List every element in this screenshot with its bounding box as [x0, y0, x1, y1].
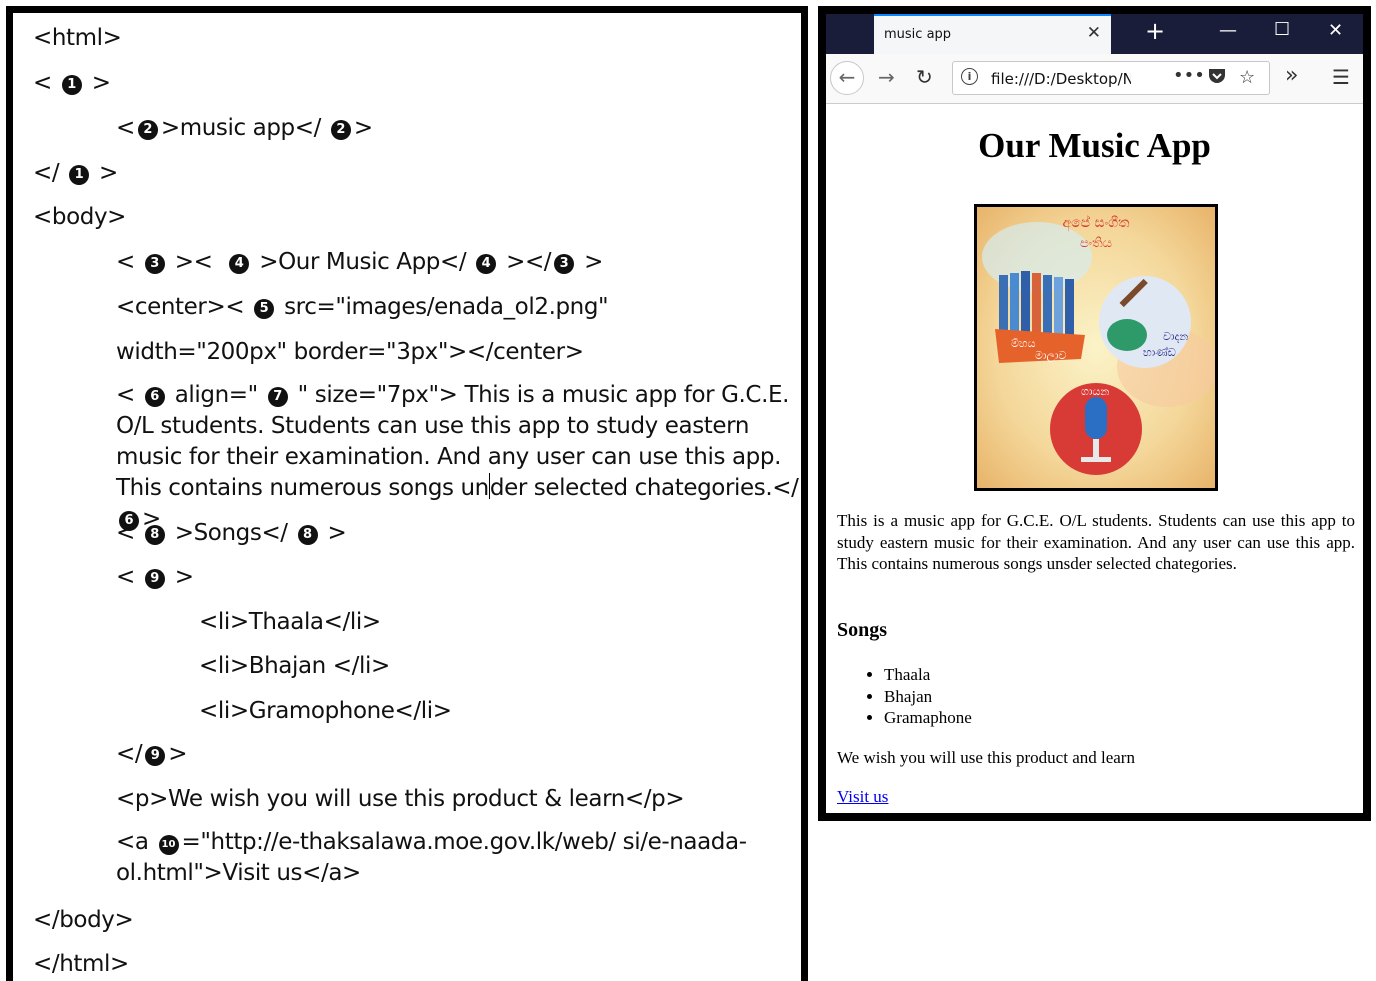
- blank-badge-3b: 3: [554, 254, 575, 274]
- code-line-songs-heading: < 8 >Songs</ 8 >: [116, 520, 347, 546]
- songs-list: Thaala Bhajan Gramaphone: [837, 664, 972, 729]
- code-line-list-open: < 9 >: [116, 564, 194, 590]
- bookmark-star-icon[interactable]: ☆: [1239, 67, 1255, 88]
- close-tab-icon[interactable]: ✕: [1087, 23, 1101, 43]
- poster-right-label-2: භාණ්ඩ: [1143, 345, 1176, 359]
- window-close-icon[interactable]: ✕: [1328, 20, 1343, 41]
- page-title: Our Music App: [978, 126, 1211, 165]
- poster-title-line-1: අපේ සංගීත: [1062, 215, 1130, 232]
- url-text[interactable]: file:///D:/Desktop/N: [991, 70, 1131, 88]
- forward-arrow-icon[interactable]: →: [878, 65, 895, 89]
- music-app-image: අපේ සංගීත පංතිය ම්හය මාලාව වාදන භාණ්ඩ ගා…: [974, 204, 1218, 491]
- code-line-body-open: <body>: [33, 204, 127, 230]
- code-line-title: <2 >music app</ 2 >: [116, 115, 373, 141]
- browser-window: music app ✕ + — ☐ ✕ ← → ↻ i file:///D:/D…: [818, 6, 1371, 821]
- code-line-paragraph: < 6 align=" 7 " size="7px"> This is a mu…: [116, 382, 799, 532]
- minimize-icon[interactable]: —: [1219, 20, 1237, 41]
- overflow-chevron-icon[interactable]: »: [1285, 63, 1298, 88]
- code-line-closing-paragraph: <p>We wish you will use this product & l…: [116, 786, 685, 812]
- page-content: Our Music App අපේ සංගීත පංතිය ම්හය මාලාව…: [826, 104, 1363, 813]
- code-line-html-open: <html>: [33, 25, 122, 51]
- blank-badge-9: 9: [144, 569, 165, 589]
- blank-badge-9b: 9: [145, 746, 166, 766]
- blank-badge-8b: 8: [297, 525, 318, 545]
- tab-music-app[interactable]: music app ✕: [874, 14, 1111, 54]
- blank-badge-5: 5: [254, 299, 275, 319]
- code-listing-panel: <html> < 1 > <2 >music app</ 2 > </ 1 > <b…: [6, 6, 808, 981]
- blank-badge-3: 3: [144, 254, 165, 274]
- code-line-anchor: <a 10 ="http://e-thaksalawa.moe.gov.lk/we…: [116, 829, 747, 886]
- code-line-li-2: <li>Bhajan </li>: [199, 653, 390, 679]
- code-line-html-close: </html>: [33, 951, 129, 977]
- closing-text: We wish you will use this product and le…: [837, 748, 1135, 767]
- tab-title: music app: [884, 27, 952, 42]
- poster-bottom-label: ගායන: [1081, 385, 1109, 398]
- pocket-icon[interactable]: [1207, 67, 1227, 90]
- blank-badge-1: 1: [61, 75, 82, 95]
- blank-badge-4: 4: [229, 254, 250, 274]
- list-item: Gramaphone: [884, 707, 972, 729]
- blank-badge-6: 6: [144, 387, 165, 407]
- songs-heading: Songs: [837, 619, 888, 641]
- music-poster-illustration: අපේ සංගීත පංතිය ම්හය මාලාව වාදන භාණ්ඩ ගා…: [977, 207, 1215, 488]
- navigation-toolbar: ← → ↻ i file:///D:/Desktop/N ••• ☆ » ☰: [826, 54, 1363, 104]
- blank-badge-2: 2: [137, 120, 158, 140]
- blank-badge-8: 8: [144, 525, 165, 545]
- poster-right-label-1: වාදන: [1163, 330, 1188, 343]
- code-line-body-close: </body>: [33, 907, 134, 933]
- blank-badge-2b: 2: [330, 120, 351, 140]
- back-arrow-icon[interactable]: ←: [830, 61, 864, 95]
- blank-badge-10: 10: [158, 835, 179, 855]
- poster-left-label-2: මාලාව: [1035, 349, 1067, 363]
- code-line-head-open: < 1 >: [33, 70, 111, 96]
- blank-badge-7: 7: [267, 387, 288, 407]
- blank-badge-1b: 1: [69, 165, 90, 185]
- page-actions-icon[interactable]: •••: [1173, 65, 1205, 86]
- blank-badge-4b: 4: [476, 254, 497, 274]
- code-line-list-close: </9 >: [116, 741, 188, 767]
- tab-bar: music app ✕ + — ☐ ✕: [826, 14, 1363, 54]
- code-line-li-1: <li>Thaala</li>: [199, 609, 381, 635]
- code-line-head-close: </ 1 >: [33, 160, 118, 186]
- poster-left-label-1: ම්හය: [1011, 337, 1036, 350]
- code-line-heading: < 3 >< 4 >Our Music App</ 4 ></3 >: [116, 249, 603, 275]
- maximize-icon[interactable]: ☐: [1274, 19, 1290, 40]
- address-bar[interactable]: i file:///D:/Desktop/N ••• ☆: [952, 61, 1270, 95]
- list-item: Bhajan: [884, 686, 972, 708]
- app-description: This is a music app for G.C.E. O/L stude…: [837, 511, 1355, 573]
- code-line-image: <center>< 5 src="images/enada_ol2.png": [116, 294, 609, 320]
- menu-hamburger-icon[interactable]: ☰: [1332, 65, 1350, 89]
- info-icon[interactable]: i: [961, 68, 978, 85]
- code-line-image-attrs: width="200px" border="3px"></center>: [116, 339, 584, 365]
- code-line-li-3: <li>Gramophone</li>: [199, 698, 452, 724]
- list-item: Thaala: [884, 664, 972, 686]
- reload-icon[interactable]: ↻: [916, 65, 933, 89]
- new-tab-icon[interactable]: +: [1145, 17, 1165, 45]
- visit-us-link[interactable]: Visit us: [837, 787, 888, 807]
- poster-title-line-2: පංතිය: [1080, 236, 1112, 251]
